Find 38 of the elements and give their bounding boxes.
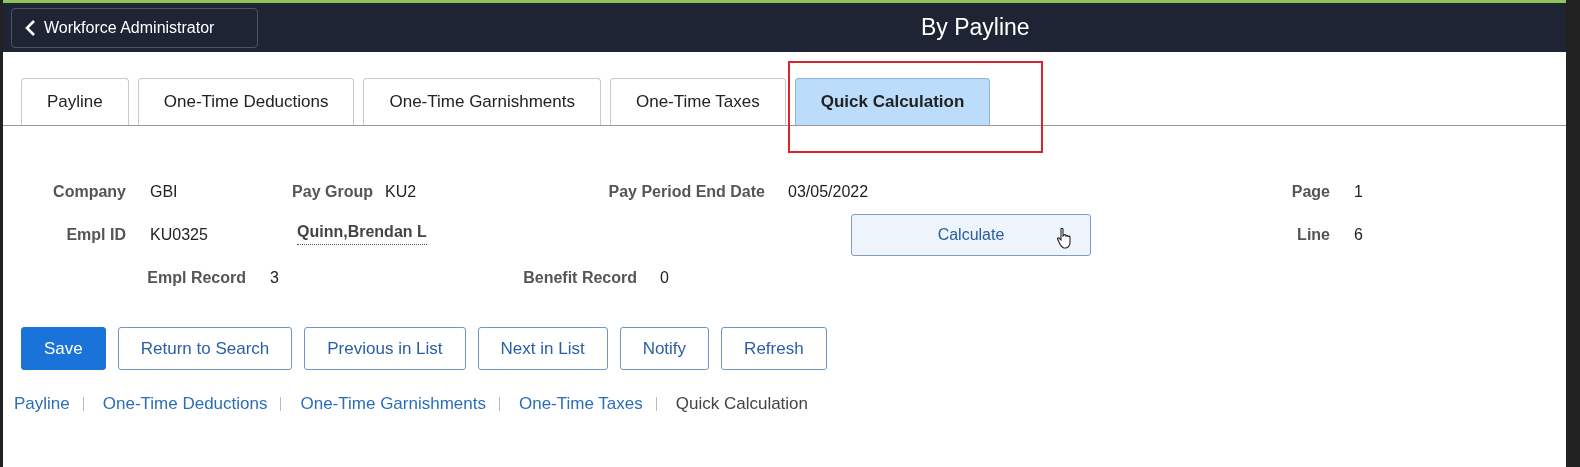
field-value: KU0325 [150, 225, 208, 245]
field-value: 1 [1354, 182, 1363, 202]
page-title: By Payline [921, 13, 1030, 43]
tab[interactable]: One-Time Garnishments [363, 78, 601, 125]
action-button[interactable]: Refresh [721, 327, 827, 370]
field-label: Page [1291, 182, 1330, 202]
calculate-button[interactable]: Calculate [851, 214, 1091, 256]
field-label: Empl Record [147, 268, 246, 288]
back-chevron-icon [24, 18, 36, 37]
tab[interactable]: Quick Calculation [794, 78, 991, 125]
field-label: Pay Period End Date [608, 182, 765, 202]
tab[interactable]: One-Time Deductions [137, 78, 355, 125]
breadcrumb-link[interactable]: One-Time Garnishments [300, 397, 500, 411]
action-button[interactable]: Save [21, 327, 106, 370]
breadcrumb-link[interactable]: One-Time Deductions [102, 397, 282, 411]
breadcrumb-link[interactable]: Payline [14, 397, 84, 411]
breadcrumb-link[interactable]: One-Time Taxes [518, 397, 657, 411]
tab[interactable]: One-Time Taxes [609, 78, 786, 125]
field-value: GBI [150, 182, 178, 202]
field-label: Empl ID [66, 225, 126, 245]
field-value: KU2 [385, 182, 417, 202]
action-button[interactable]: Next in List [477, 327, 608, 370]
field-value: 03/05/2022 [788, 182, 869, 202]
field-label: Benefit Record [523, 268, 637, 288]
employee-name[interactable]: Quinn,Brendan L [297, 220, 427, 245]
field-value: 3 [270, 268, 279, 288]
field-value: 6 [1354, 225, 1363, 245]
field-value: 0 [660, 268, 669, 288]
action-button[interactable]: Previous in List [304, 327, 466, 370]
back-button[interactable]: Workforce Administrator [11, 7, 258, 48]
field-label: Pay Group [292, 182, 373, 202]
field-label: Line [1297, 225, 1330, 245]
tab[interactable]: Payline [21, 78, 129, 125]
action-button[interactable]: Notify [619, 327, 710, 370]
field-label: Company [53, 182, 126, 202]
breadcrumb-current: Quick Calculation [675, 397, 809, 411]
hand-cursor-icon [1056, 227, 1074, 249]
action-button[interactable]: Return to Search [117, 327, 293, 370]
